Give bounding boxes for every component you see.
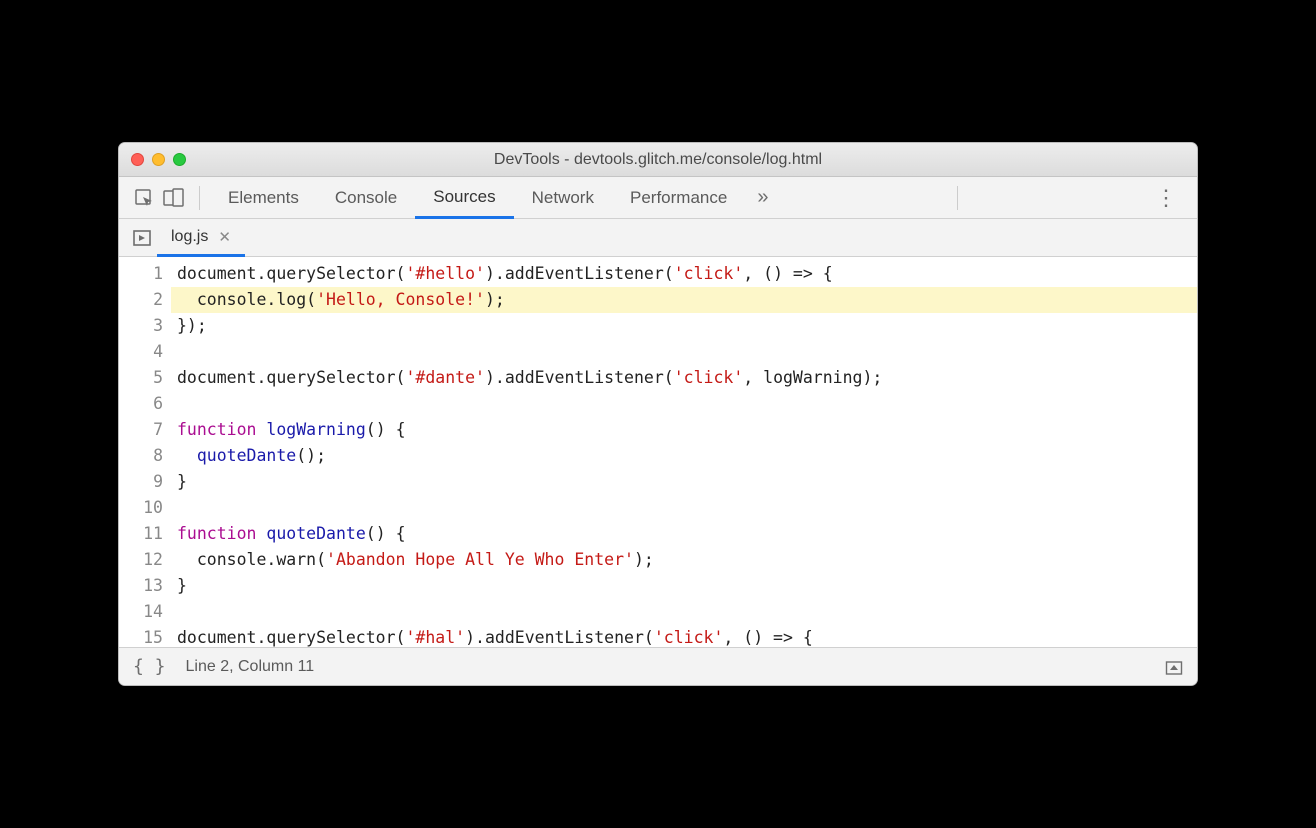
- line-number[interactable]: 2: [119, 287, 163, 313]
- window-titlebar: DevTools - devtools.glitch.me/console/lo…: [119, 143, 1197, 177]
- line-number[interactable]: 13: [119, 573, 163, 599]
- line-number[interactable]: 4: [119, 339, 163, 365]
- code-editor[interactable]: 123456789101112131415 document.querySele…: [119, 257, 1197, 647]
- line-number[interactable]: 10: [119, 495, 163, 521]
- code-line[interactable]: document.querySelector('#hal').addEventL…: [171, 625, 1197, 647]
- code-line[interactable]: quoteDante();: [171, 443, 1197, 469]
- device-toolbar-icon[interactable]: [159, 183, 189, 213]
- tab-console[interactable]: Console: [317, 177, 415, 219]
- tab-performance[interactable]: Performance: [612, 177, 745, 219]
- line-number[interactable]: 8: [119, 443, 163, 469]
- code-line[interactable]: function logWarning() {: [171, 417, 1197, 443]
- code-line[interactable]: [171, 599, 1197, 625]
- close-tab-icon[interactable]: ✕: [218, 228, 231, 246]
- cursor-position: Line 2, Column 11: [186, 658, 315, 676]
- code-line[interactable]: [171, 339, 1197, 365]
- settings-menu-icon[interactable]: ⋮: [1145, 185, 1187, 211]
- separator: [957, 186, 958, 210]
- code-line[interactable]: document.querySelector('#dante').addEven…: [171, 365, 1197, 391]
- tab-sources[interactable]: Sources: [415, 177, 513, 219]
- line-number[interactable]: 12: [119, 547, 163, 573]
- show-console-drawer-icon[interactable]: [1165, 658, 1183, 676]
- devtools-window: DevTools - devtools.glitch.me/console/lo…: [118, 142, 1198, 686]
- file-tab-logjs[interactable]: log.js ✕: [157, 219, 245, 257]
- line-number[interactable]: 6: [119, 391, 163, 417]
- separator: [199, 186, 200, 210]
- line-number[interactable]: 14: [119, 599, 163, 625]
- code-line[interactable]: console.log('Hello, Console!');: [171, 287, 1197, 313]
- minimize-window-button[interactable]: [152, 153, 165, 166]
- traffic-lights: [131, 153, 186, 166]
- line-number[interactable]: 11: [119, 521, 163, 547]
- code-line[interactable]: });: [171, 313, 1197, 339]
- line-number[interactable]: 3: [119, 313, 163, 339]
- pretty-print-icon[interactable]: { }: [133, 656, 166, 677]
- line-number[interactable]: 7: [119, 417, 163, 443]
- code-line[interactable]: document.querySelector('#hello').addEven…: [171, 261, 1197, 287]
- code-line[interactable]: }: [171, 573, 1197, 599]
- line-gutter: 123456789101112131415: [119, 257, 171, 647]
- code-line[interactable]: console.warn('Abandon Hope All Ye Who En…: [171, 547, 1197, 573]
- main-tab-bar: Elements Console Sources Network Perform…: [119, 177, 1197, 219]
- zoom-window-button[interactable]: [173, 153, 186, 166]
- line-number[interactable]: 15: [119, 625, 163, 647]
- window-title: DevTools - devtools.glitch.me/console/lo…: [494, 151, 822, 169]
- tab-elements[interactable]: Elements: [210, 177, 317, 219]
- navigator-toggle-icon[interactable]: [127, 219, 157, 256]
- close-window-button[interactable]: [131, 153, 144, 166]
- code-line[interactable]: }: [171, 469, 1197, 495]
- inspect-element-icon[interactable]: [129, 183, 159, 213]
- more-tabs-button[interactable]: »: [745, 186, 780, 209]
- file-tab-bar: log.js ✕: [119, 219, 1197, 257]
- line-number[interactable]: 5: [119, 365, 163, 391]
- line-number[interactable]: 9: [119, 469, 163, 495]
- status-bar: { } Line 2, Column 11: [119, 647, 1197, 685]
- line-number[interactable]: 1: [119, 261, 163, 287]
- code-line[interactable]: function quoteDante() {: [171, 521, 1197, 547]
- file-tab-label: log.js: [171, 228, 208, 246]
- code-content[interactable]: document.querySelector('#hello').addEven…: [171, 257, 1197, 647]
- code-line[interactable]: [171, 495, 1197, 521]
- tab-network[interactable]: Network: [514, 177, 612, 219]
- code-line[interactable]: [171, 391, 1197, 417]
